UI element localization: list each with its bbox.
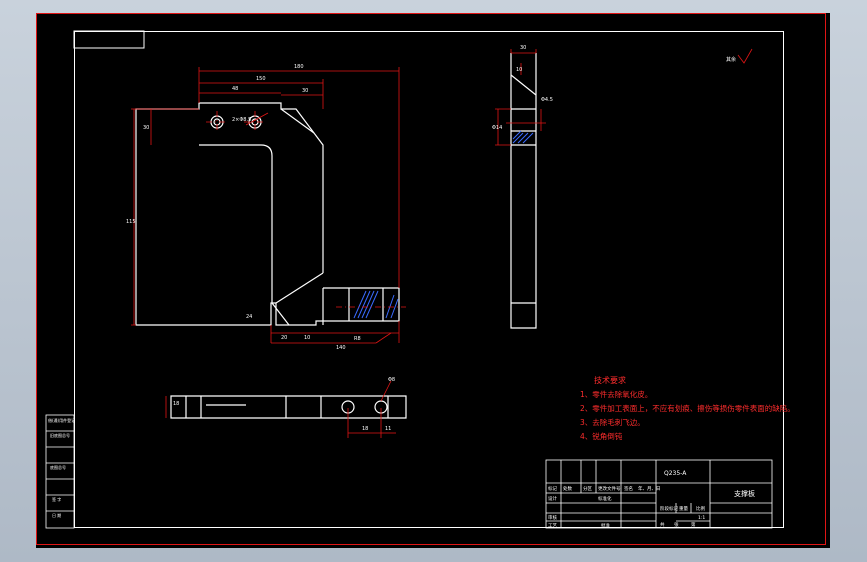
dim-left-overall: 115 bbox=[126, 219, 136, 225]
tech-requirements: 技术要求 1、零件去除氧化皮。 2、零件加工表面上，不应有划痕、擦伤等损伤零件表… bbox=[580, 375, 795, 441]
lbl-process: 工艺 bbox=[548, 523, 557, 529]
front-hatch bbox=[353, 290, 399, 319]
dim-bottom-4: 24 bbox=[246, 314, 252, 320]
tech-req-item-2: 2、零件加工表面上，不应有划痕、擦伤等损伤零件表面的缺陷。 bbox=[580, 403, 795, 413]
lbl-zone: 分区 bbox=[583, 485, 592, 492]
hole-note: 2×Φ8.5 bbox=[232, 117, 251, 123]
lbl-ratio: 比例 bbox=[696, 505, 705, 512]
lbl-count: 处数 bbox=[563, 485, 572, 492]
dim-side-2: Φ4.5 bbox=[541, 97, 553, 103]
part-name: 支撑板 bbox=[734, 489, 755, 498]
dim-side-3: Φ14 bbox=[492, 125, 502, 131]
side-block-3: 底图总号 bbox=[50, 464, 66, 470]
lbl-standard: 标准化 bbox=[598, 495, 612, 502]
roughness-note: 其余 bbox=[726, 56, 736, 63]
cad-drawing: 180 150 48 30 115 30 2×Φ8.5 140 20 10 24… bbox=[45, 30, 795, 529]
lbl-approve: 批准 bbox=[601, 522, 610, 529]
lbl-design: 设计 bbox=[548, 495, 557, 502]
lbl-page: 第 bbox=[691, 521, 696, 528]
front-dim-labels: 180 150 48 30 115 30 2×Φ8.5 140 20 10 24… bbox=[126, 64, 361, 351]
side-block-5: 日 期 bbox=[52, 512, 61, 518]
material: Q235-A bbox=[664, 470, 687, 477]
scale: 1:1 bbox=[698, 515, 705, 521]
front-view bbox=[135, 102, 400, 326]
tech-req-item-3: 3、去除毛刺飞边。 bbox=[580, 417, 645, 427]
lbl-change: 标记 bbox=[548, 485, 557, 492]
dim-left-small: 30 bbox=[143, 125, 149, 131]
dim-bottom-1: 140 bbox=[336, 345, 346, 351]
side-block-4: 签 字 bbox=[52, 496, 61, 502]
dim-plan-4: Φ8 bbox=[388, 377, 395, 383]
lbl-weight: 重量 bbox=[679, 505, 688, 512]
lbl-check: 审核 bbox=[548, 514, 557, 521]
lbl-sheets: 共 bbox=[660, 521, 665, 528]
dim-plan-3: 18 bbox=[173, 401, 179, 407]
dim-bottom-2: 20 bbox=[281, 335, 287, 341]
lbl-sheet: 张 bbox=[674, 521, 679, 528]
side-block-2: 旧底图总号 bbox=[50, 432, 70, 438]
roughness-symbol: 其余 bbox=[726, 48, 753, 64]
dim-plan-2: 11 bbox=[385, 426, 391, 432]
dim-bottom-r: R8 bbox=[354, 336, 361, 342]
tech-req-item-1: 1、零件去除氧化皮。 bbox=[580, 389, 652, 399]
lbl-sign: 签名 bbox=[624, 485, 633, 492]
side-hatch bbox=[512, 130, 534, 144]
side-view bbox=[510, 53, 537, 329]
plan-view bbox=[170, 395, 407, 419]
side-block-1: 借(通)用件登记 bbox=[48, 417, 75, 423]
dim-side-1: 10 bbox=[516, 67, 522, 73]
lbl-stage: 阶段标记 bbox=[660, 505, 678, 512]
drawing-viewport[interactable]: 180 150 48 30 115 30 2×Φ8.5 140 20 10 24… bbox=[36, 13, 830, 548]
dim-side-top: 30 bbox=[520, 45, 526, 51]
dim-top-3: 30 bbox=[302, 88, 308, 94]
side-block: 借(通)用件登记 旧底图总号 底图总号 签 字 日 期 bbox=[45, 414, 75, 529]
dim-top-2: 48 bbox=[232, 86, 238, 92]
lbl-doc: 更改文件号 bbox=[598, 485, 621, 492]
tech-req-title: 技术要求 bbox=[594, 375, 626, 385]
tech-req-item-4: 4、锐角倒钝 bbox=[580, 431, 623, 441]
dim-plan-1: 18 bbox=[362, 426, 368, 432]
lbl-date: 年、月、日 bbox=[638, 485, 661, 492]
title-block-text: Q235-A 支撑板 标记 处数 分区 更改文件号 签名 年、月、日 设计 标准… bbox=[548, 470, 755, 529]
corner-box bbox=[73, 30, 145, 49]
dim-bottom-3: 10 bbox=[304, 335, 310, 341]
dim-top-overall: 180 bbox=[294, 64, 304, 70]
front-centerlines bbox=[206, 111, 406, 308]
side-dim-labels: 30 10 Φ4.5 Φ14 bbox=[492, 45, 553, 131]
dim-top-1: 150 bbox=[256, 76, 266, 82]
